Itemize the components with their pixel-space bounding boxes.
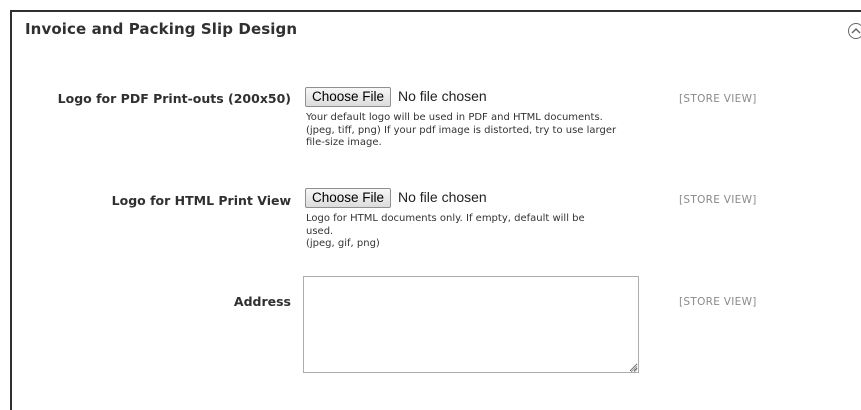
pdf-logo-file-status: No file chosen bbox=[398, 88, 487, 104]
pdf-logo-choose-file-button[interactable]: Choose File bbox=[305, 87, 392, 107]
html-logo-note: Logo for HTML documents only. If empty, … bbox=[306, 213, 585, 249]
pdf-logo-scope: [STORE VIEW] bbox=[679, 93, 757, 105]
chevron-up-circle-icon[interactable] bbox=[848, 23, 861, 39]
html-logo-label: Logo for HTML Print View bbox=[111, 193, 291, 208]
html-logo-file-status: No file chosen bbox=[398, 189, 487, 205]
pdf-logo-note: Your default logo will be used in PDF an… bbox=[306, 112, 617, 148]
address-scope: [STORE VIEW] bbox=[679, 296, 757, 308]
address-label: Address bbox=[233, 294, 291, 309]
html-logo-choose-file-button[interactable]: Choose File bbox=[305, 188, 392, 208]
html-logo-scope: [STORE VIEW] bbox=[679, 194, 757, 206]
address-textarea[interactable] bbox=[303, 276, 639, 373]
section-title[interactable]: Invoice and Packing Slip Design bbox=[25, 20, 297, 38]
pdf-logo-label: Logo for PDF Print-outs (200x50) bbox=[57, 91, 291, 106]
resize-grip-icon[interactable] bbox=[630, 365, 638, 373]
